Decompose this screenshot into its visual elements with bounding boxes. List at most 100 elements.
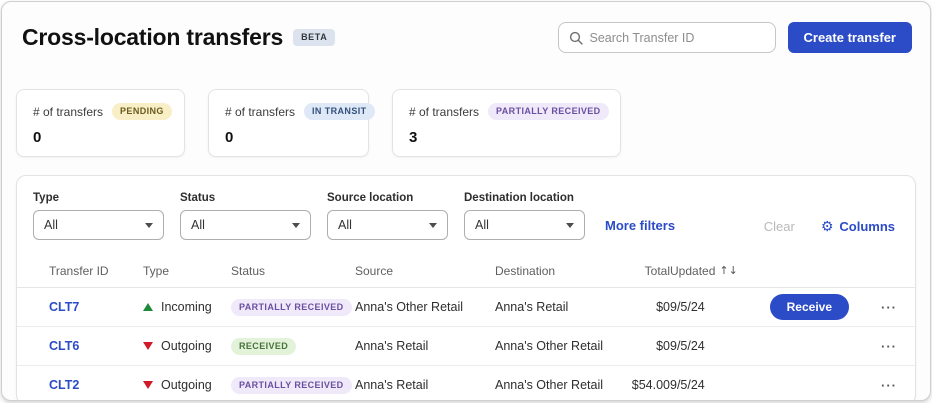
columns-label: Columns [839, 219, 895, 234]
type-cell: Outgoing [143, 378, 231, 392]
total-cell: $0 [615, 300, 670, 314]
total-cell: $0 [615, 339, 670, 353]
page-title: Cross-location transfers [22, 24, 283, 51]
chevron-down-icon [566, 223, 574, 228]
beta-badge: BETA [293, 29, 335, 46]
stat-top: # of transfers PENDING [33, 103, 168, 120]
status-badge: PARTIALLY RECEIVED [231, 377, 352, 394]
title-wrap: Cross-location transfers BETA [22, 24, 335, 51]
status-cell: RECEIVED [231, 338, 355, 355]
type-select[interactable]: All [33, 210, 164, 240]
updated-cell: 9/5/24 [670, 339, 755, 353]
row-menu-icon[interactable]: ··· [855, 300, 897, 315]
status-badge-partially-received: PARTIALLY RECEIVED [488, 103, 609, 120]
status-badge: PARTIALLY RECEIVED [231, 299, 352, 316]
more-filters-link[interactable]: More filters [605, 218, 675, 233]
search-box[interactable] [558, 22, 776, 53]
col-type: Type [143, 264, 231, 278]
columns-button[interactable]: ⚙ Columns [821, 219, 895, 234]
incoming-icon [143, 303, 153, 311]
source-cell: Anna's Other Retail [355, 300, 495, 314]
chevron-down-icon [145, 223, 153, 228]
select-value: All [44, 218, 58, 232]
stat-value: 0 [225, 129, 352, 146]
type-label: Outgoing [161, 378, 212, 392]
updated-cell: 9/5/24 [670, 300, 755, 314]
filter-type: Type All [33, 192, 164, 240]
transfer-link[interactable]: CLT2 [49, 378, 79, 392]
cross-location-transfers-page: Cross-location transfers BETA Create tra… [1, 1, 931, 401]
page-header: Cross-location transfers BETA Create tra… [2, 2, 930, 53]
type-label: Outgoing [161, 339, 212, 353]
table-row: CLT7 Incoming PARTIALLY RECEIVED Anna's … [17, 288, 915, 327]
sort-icon: ↑↓ [719, 264, 737, 277]
filters-right: Clear ⚙ Columns [764, 219, 895, 234]
transfer-id-cell: CLT7 [49, 300, 143, 314]
transfer-link[interactable]: CLT7 [49, 300, 79, 314]
updated-cell: 9/5/24 [670, 378, 755, 392]
status-cell: PARTIALLY RECEIVED [231, 299, 355, 316]
stat-label: # of transfers [225, 105, 295, 119]
col-status: Status [231, 264, 355, 278]
total-cell: $54.00 [615, 378, 670, 392]
filter-source-location: Source location All [327, 192, 448, 240]
transfer-link[interactable]: CLT6 [49, 339, 79, 353]
stat-card-partially-received: # of transfers PARTIALLY RECEIVED 3 [392, 89, 621, 157]
source-cell: Anna's Retail [355, 378, 495, 392]
transfer-id-cell: CLT2 [49, 378, 143, 392]
filters-bar: Type All Status All Source location All [17, 176, 915, 252]
transfers-panel: Type All Status All Source location All [16, 175, 916, 401]
search-input[interactable] [590, 31, 765, 45]
stat-value: 3 [409, 129, 604, 146]
row-menu-icon[interactable]: ··· [855, 339, 897, 354]
outgoing-icon [143, 342, 153, 350]
col-destination: Destination [495, 264, 615, 278]
table-row: CLT2 Outgoing PARTIALLY RECEIVED Anna's … [17, 366, 915, 401]
select-value: All [338, 218, 352, 232]
col-total: Total [615, 264, 670, 278]
stats-row: # of transfers PENDING 0 # of transfers … [16, 89, 916, 157]
destination-location-select[interactable]: All [464, 210, 585, 240]
status-cell: PARTIALLY RECEIVED [231, 377, 355, 394]
status-badge-in-transit: IN TRANSIT [304, 103, 375, 120]
select-value: All [475, 218, 489, 232]
source-location-select[interactable]: All [327, 210, 448, 240]
col-source: Source [355, 264, 495, 278]
action-cell: Receive [755, 294, 855, 320]
transfer-id-cell: CLT6 [49, 339, 143, 353]
outgoing-icon [143, 381, 153, 389]
stat-label: # of transfers [33, 105, 103, 119]
select-value: All [191, 218, 205, 232]
filter-status: Status All [180, 192, 311, 240]
col-updated-sort[interactable]: Updated ↑↓ [670, 264, 755, 278]
status-badge: RECEIVED [231, 338, 296, 355]
source-cell: Anna's Retail [355, 339, 495, 353]
row-menu-icon[interactable]: ··· [855, 378, 897, 393]
search-icon [569, 31, 583, 45]
destination-cell: Anna's Other Retail [495, 339, 615, 353]
chevron-down-icon [429, 223, 437, 228]
type-label: Incoming [161, 300, 212, 314]
clear-filters-button[interactable]: Clear [764, 219, 795, 234]
col-transfer-id: Transfer ID [49, 264, 143, 278]
col-updated-label: Updated [670, 264, 715, 278]
filter-label: Type [33, 192, 164, 204]
filter-destination-location: Destination location All [464, 192, 585, 240]
filter-label: Status [180, 192, 311, 204]
destination-cell: Anna's Other Retail [495, 378, 615, 392]
stat-top: # of transfers PARTIALLY RECEIVED [409, 103, 604, 120]
filter-label: Destination location [464, 192, 585, 204]
status-select[interactable]: All [180, 210, 311, 240]
gear-icon: ⚙ [821, 220, 834, 234]
chevron-down-icon [292, 223, 300, 228]
header-actions: Create transfer [558, 22, 913, 53]
type-cell: Incoming [143, 300, 231, 314]
type-cell: Outgoing [143, 339, 231, 353]
stat-value: 0 [33, 129, 168, 146]
create-transfer-button[interactable]: Create transfer [788, 22, 913, 53]
status-badge-pending: PENDING [112, 103, 172, 120]
table-row: CLT6 Outgoing RECEIVED Anna's Retail Ann… [17, 327, 915, 366]
stat-card-in-transit: # of transfers IN TRANSIT 0 [208, 89, 369, 157]
table-header: Transfer ID Type Status Source Destinati… [17, 254, 915, 288]
receive-button[interactable]: Receive [770, 294, 849, 320]
